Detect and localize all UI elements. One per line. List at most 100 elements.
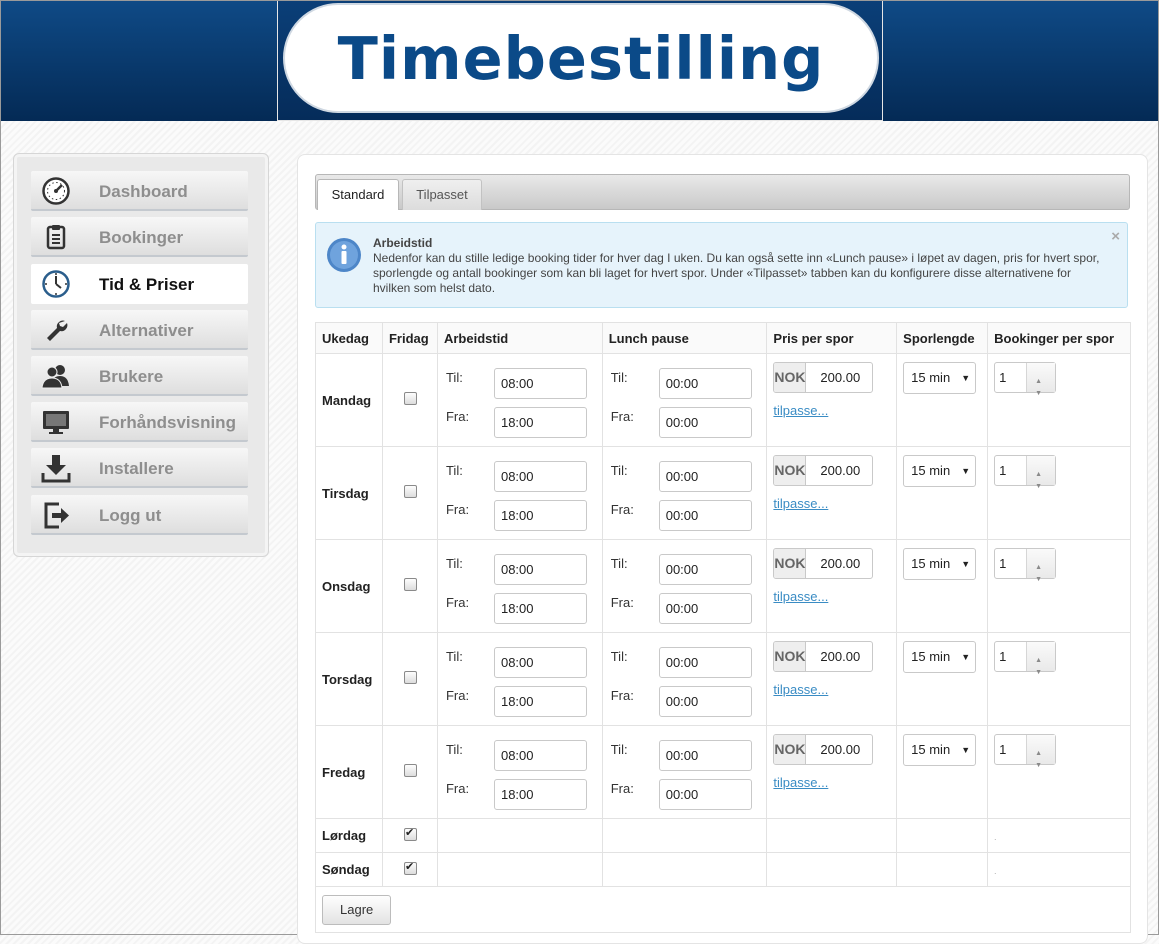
sidebar-item-alternativer[interactable]: Alternativer [31, 310, 248, 350]
slot-length-select[interactable]: 15 min ▼ [903, 548, 977, 580]
dayoff-checkbox[interactable] [403, 860, 417, 875]
decrement-icon[interactable]: ▼ [1035, 472, 1042, 501]
work-fra-input[interactable]: 18:00 [493, 593, 587, 624]
bookings-stepper[interactable]: 1 ▲ ▼ [994, 548, 1057, 583]
sidebar-nav: Dashboard Bookinger Tid & Priser Alterna… [13, 153, 269, 557]
close-icon[interactable]: × [1111, 228, 1120, 245]
dayoff-checkbox[interactable] [403, 578, 417, 591]
currency-addon: NOK [774, 735, 807, 764]
work-fra-input[interactable]: 18:00 [493, 407, 587, 438]
decrement-icon[interactable]: ▼ [1035, 751, 1042, 780]
til-label: Til: [445, 742, 463, 757]
table-header-row: Ukedag Fridag Arbeidstid Lunch pause Pri… [315, 322, 1131, 354]
fra-label: Fra: [445, 595, 470, 610]
price-input[interactable]: 200.00 [806, 456, 872, 485]
sidebar-item-label: Installere [99, 459, 174, 478]
lunch-fra-input[interactable]: 00:00 [658, 500, 752, 531]
slot-length-select[interactable]: 15 min ▼ [903, 641, 977, 673]
sidebar-item-forhandsvisning[interactable]: Forhåndsvisning [31, 402, 248, 442]
work-til-input[interactable]: 08:00 [493, 740, 587, 771]
customize-price-link[interactable]: tilpasse... [773, 496, 873, 511]
work-fra-input[interactable]: 18:00 [493, 686, 587, 717]
spin-buttons[interactable]: ▲ ▼ [1026, 735, 1056, 769]
price-input-group: NOK 200.00 [773, 362, 874, 393]
customize-price-link[interactable]: tilpasse... [773, 682, 873, 697]
sidebar-item-installere[interactable]: Installere [31, 448, 248, 488]
bookings-stepper[interactable]: 1 ▲ ▼ [994, 362, 1057, 397]
work-fra-input[interactable]: 18:00 [493, 500, 587, 531]
customize-price-link[interactable]: tilpasse... [773, 775, 873, 790]
lunch-fra-input[interactable]: 00:00 [658, 686, 752, 717]
spin-buttons[interactable]: ▲ ▼ [1026, 549, 1056, 583]
dayoff-checkbox[interactable] [403, 826, 417, 841]
bookings-value: 1 [999, 649, 1007, 664]
slot-length-select[interactable]: 15 min ▼ [903, 734, 977, 766]
slot-length-value: 15 min [911, 370, 951, 385]
save-button[interactable]: Lagre [322, 894, 392, 925]
price-input-group: NOK 200.00 [773, 734, 874, 765]
logo-frame: Timebestilling [277, 1, 883, 121]
work-til-input[interactable]: 08:00 [493, 647, 587, 678]
table-row: Mandag Til: 08:00 Fra: 18:00 Til: 00:00 … [315, 353, 1131, 447]
lunch-til-input[interactable]: 00:00 [658, 740, 752, 771]
dayoff-checkbox[interactable] [403, 671, 417, 684]
col-header-length: Sporlengde [896, 322, 989, 354]
customize-price-link[interactable]: tilpasse... [773, 403, 873, 418]
sidebar-item-brukere[interactable]: Brukere [31, 356, 248, 396]
work-til-input[interactable]: 08:00 [493, 368, 587, 399]
bookings-value: 1 [999, 463, 1007, 478]
col-header-day: Ukedag [315, 322, 383, 354]
lunch-til-input[interactable]: 00:00 [658, 647, 752, 678]
til-label: Til: [445, 649, 463, 664]
decrement-icon[interactable]: ▼ [1035, 379, 1042, 408]
tab-tilpasset[interactable]: Tilpasset [402, 179, 482, 210]
col-header-worktime: Arbeidstid [436, 322, 603, 354]
price-input[interactable]: 200.00 [806, 642, 872, 671]
work-til-input[interactable]: 08:00 [493, 461, 587, 492]
bookings-stepper[interactable]: 1 ▲ ▼ [994, 734, 1057, 769]
dayoff-checkbox[interactable] [403, 392, 417, 405]
currency-addon: NOK [774, 549, 807, 578]
slot-length-value: 15 min [911, 463, 951, 478]
col-header-bookings: Bookinger per spor [987, 322, 1131, 354]
clock-icon [41, 269, 71, 299]
spin-buttons[interactable]: ▲ ▼ [1026, 642, 1056, 676]
work-fra-input[interactable]: 18:00 [493, 779, 587, 810]
slot-length-select[interactable]: 15 min ▼ [903, 455, 977, 487]
day-name: Tirsdag [322, 485, 369, 501]
spin-buttons[interactable]: ▲ ▼ [1026, 363, 1056, 397]
slot-length-select[interactable]: 15 min ▼ [903, 362, 977, 394]
wrench-icon [41, 315, 71, 345]
work-til-input[interactable]: 08:00 [493, 554, 587, 585]
customize-price-link[interactable]: tilpasse... [773, 589, 873, 604]
lunch-fra-input[interactable]: 00:00 [658, 407, 752, 438]
price-input[interactable]: 200.00 [806, 549, 872, 578]
lunch-fra-input[interactable]: 00:00 [658, 779, 752, 810]
bookings-stepper[interactable]: 1 ▲ ▼ [994, 641, 1057, 676]
sidebar-item-label: Bookinger [99, 228, 184, 247]
lunch-til-input[interactable]: 00:00 [658, 554, 752, 585]
sidebar-item-tid-priser[interactable]: Tid & Priser [31, 264, 248, 304]
info-alert: Arbeidstid Nedenfor kan du stille ledige… [315, 222, 1128, 308]
sidebar-item-dashboard[interactable]: Dashboard [31, 171, 248, 211]
lunch-fra-input[interactable]: 00:00 [658, 593, 752, 624]
fra-label: Fra: [610, 595, 634, 610]
til-label: Til: [610, 463, 628, 478]
lunch-til-input[interactable]: 00:00 [658, 368, 752, 399]
decrement-icon[interactable]: ▼ [1035, 565, 1042, 594]
sidebar-item-logg-ut[interactable]: Logg ut [31, 495, 248, 535]
fra-label: Fra: [610, 502, 634, 517]
sidebar-item-bookinger[interactable]: Bookinger [31, 217, 248, 257]
bookings-value: 1 [999, 556, 1007, 571]
download-icon [41, 453, 71, 483]
price-input[interactable]: 200.00 [806, 363, 872, 392]
dayoff-checkbox[interactable] [403, 485, 417, 498]
decrement-icon[interactable]: ▼ [1035, 658, 1042, 687]
lunch-til-input[interactable]: 00:00 [658, 461, 752, 492]
tab-standard[interactable]: Standard [317, 179, 399, 210]
dayoff-checkbox[interactable] [403, 764, 417, 777]
table-row: Søndag . [315, 852, 1131, 887]
price-input[interactable]: 200.00 [806, 735, 872, 764]
spin-buttons[interactable]: ▲ ▼ [1026, 456, 1056, 490]
bookings-stepper[interactable]: 1 ▲ ▼ [994, 455, 1057, 490]
